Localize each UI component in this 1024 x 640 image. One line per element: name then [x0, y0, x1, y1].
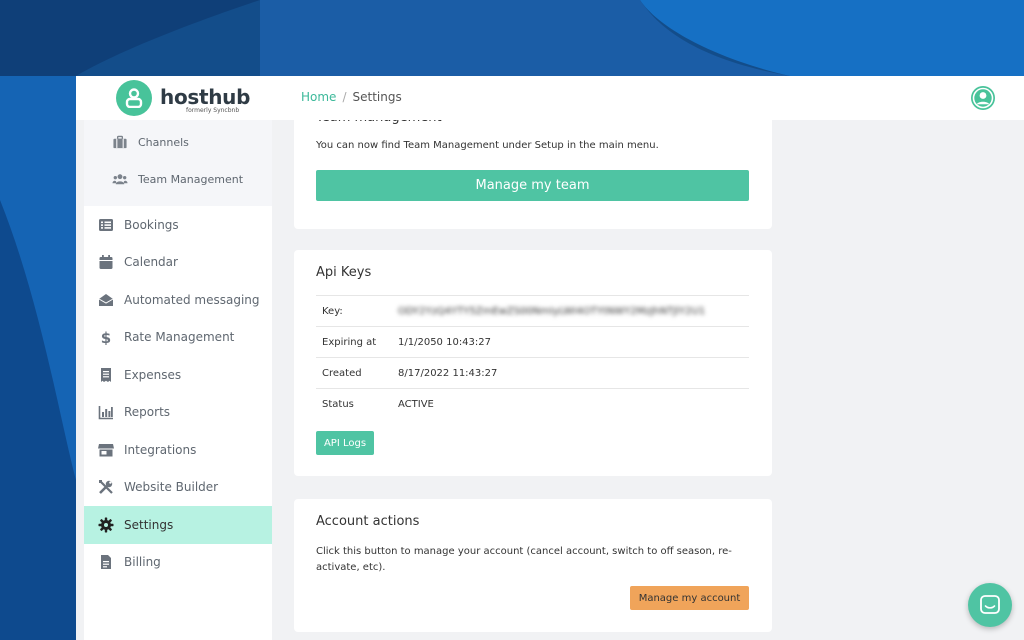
sidebar-item-settings[interactable]: Settings [84, 506, 272, 544]
logo-icon[interactable] [116, 80, 152, 116]
calendar-icon [99, 255, 113, 270]
top-bar: hosthub formerly Syncbnb Home / Settings [76, 76, 1024, 120]
setup-submenu: Channels Team Management [84, 120, 272, 206]
sidebar-item-billing[interactable]: Billing [84, 544, 272, 582]
api-card-title: Api Keys [316, 265, 372, 280]
sidebar: Channels Team Management Bookings Calend… [84, 120, 272, 640]
breadcrumb-separator: / [342, 90, 347, 104]
table-row: Expiring at 1/1/2050 10:43:27 [316, 326, 749, 358]
tools-icon [99, 480, 113, 495]
sidebar-item-calendar[interactable]: Calendar [84, 244, 272, 282]
sidebar-item-label: Calendar [124, 255, 178, 270]
brand-name: hosthub [160, 85, 251, 109]
status-label: Status [316, 388, 392, 419]
users-icon [112, 174, 128, 185]
sidebar-item-reports[interactable]: Reports [84, 394, 272, 432]
sidebar-item-label: Rate Management [124, 330, 235, 345]
sidebar-item-label: Billing [124, 555, 161, 570]
file-icon [101, 555, 111, 570]
sidebar-item-integrations[interactable]: Integrations [84, 431, 272, 469]
sidebar-item-label: Integrations [124, 442, 197, 457]
sidebar-item-label: Automated messaging [124, 292, 260, 307]
app-window: hosthub formerly Syncbnb Home / Settings [76, 76, 1024, 640]
created-label: Created [316, 357, 392, 389]
sidebar-item-label: Channels [138, 136, 189, 149]
status-value: ACTIVE [392, 388, 749, 419]
sidebar-item-expenses[interactable]: Expenses [84, 356, 272, 394]
sidebar-item-label: Team Management [138, 173, 244, 186]
created-value: 8/17/2022 11:43:27 [392, 357, 749, 389]
breadcrumb: Home / Settings [301, 90, 402, 104]
api-key-label: Key: [316, 295, 392, 327]
sidebar-item-channels[interactable]: Channels [84, 124, 272, 161]
chat-launcher-button[interactable] [968, 583, 1012, 627]
list-icon [99, 218, 113, 231]
user-avatar-icon[interactable] [971, 86, 995, 110]
gear-icon [98, 517, 114, 533]
sidebar-item-label: Settings [124, 517, 174, 532]
api-keys-card: Api Keys Key: ODY2YzQ4YTY5ZmEwZS00NmIyLW… [294, 250, 772, 476]
sidebar-item-automated-messaging[interactable]: Automated messaging [84, 281, 272, 319]
api-logs-button[interactable]: API Logs [316, 431, 374, 455]
bar-chart-icon [98, 406, 113, 420]
table-row: Key: ODY2YzQ4YTY5ZmEwZS00NmIyLWI4OTYtNWY… [316, 295, 749, 327]
brand-tagline: formerly Syncbnb [186, 107, 240, 114]
sidebar-item-label: Bookings [124, 217, 179, 232]
sidebar-item-label: Website Builder [124, 480, 219, 495]
api-keys-table: Key: ODY2YzQ4YTY5ZmEwZS00NmIyLWI4OTYtNWY… [316, 295, 749, 419]
expiring-label: Expiring at [316, 326, 392, 358]
manage-team-button[interactable]: Manage my team [316, 170, 749, 201]
account-card-title: Account actions [316, 514, 420, 529]
chat-icon [980, 595, 1000, 614]
breadcrumb-home-link[interactable]: Home [301, 90, 336, 104]
sidebar-item-label: Expenses [124, 367, 182, 382]
receipt-icon [101, 367, 111, 382]
table-row: Status ACTIVE [316, 388, 749, 419]
expiring-value: 1/1/2050 10:43:27 [392, 326, 749, 358]
briefcase-icon [113, 135, 127, 149]
table-row: Created 8/17/2022 11:43:27 [316, 357, 749, 389]
account-actions-card: Account actions Click this button to man… [294, 499, 772, 632]
envelope-icon [98, 293, 114, 306]
sidebar-item-bookings[interactable]: Bookings [84, 206, 272, 244]
breadcrumb-current: Settings [352, 90, 402, 104]
account-card-description: Click this button to manage your account… [316, 546, 732, 573]
sidebar-item-team-management[interactable]: Team Management [84, 161, 272, 198]
dollar-icon: $ [101, 329, 111, 345]
sidebar-item-website-builder[interactable]: Website Builder [84, 469, 272, 507]
manage-account-button[interactable]: Manage my account [630, 586, 749, 610]
svg-text:$: $ [101, 329, 111, 345]
sidebar-item-label: Reports [124, 405, 171, 420]
store-icon [98, 443, 114, 457]
api-key-value: ODY2YzQ4YTY5ZmEwZS00NmIyLWI4OTYtNWY2MzJh… [392, 295, 749, 327]
team-card-description: You can now find Team Management under S… [316, 140, 659, 151]
sidebar-item-rate-management[interactable]: $ Rate Management [84, 319, 272, 357]
